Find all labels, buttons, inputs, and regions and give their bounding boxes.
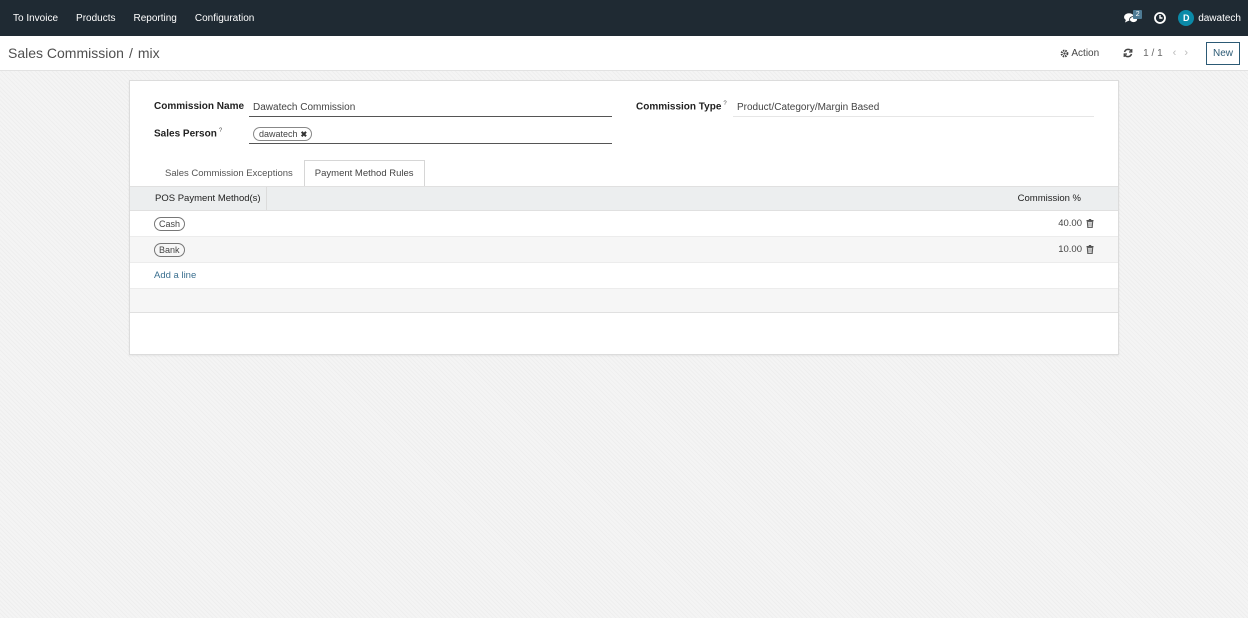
main-menu: To Invoice Products Reporting Configurat…	[0, 0, 263, 36]
tab-sales-commission-exceptions[interactable]: Sales Commission Exceptions	[154, 160, 304, 186]
chevron-left-icon[interactable]: ‹	[1173, 47, 1177, 59]
menu-configuration[interactable]: Configuration	[186, 0, 263, 36]
menu-reporting[interactable]: Reporting	[125, 0, 186, 36]
gear-icon	[1061, 49, 1069, 57]
top-navbar: To Invoice Products Reporting Configurat…	[0, 0, 1248, 36]
trash-icon[interactable]	[1086, 245, 1094, 254]
column-commission-percent[interactable]: Commission %	[1018, 193, 1081, 204]
new-button[interactable]: New	[1205, 41, 1240, 65]
table-row[interactable]: Cash 40.00	[130, 211, 1118, 237]
payment-method-rules-table: POS Payment Method(s) Commission % Cash …	[130, 186, 1118, 313]
commission-type-help[interactable]: ?	[723, 101, 726, 107]
form-tabs: Sales Commission Exceptions Payment Meth…	[154, 160, 425, 186]
sales-person-help[interactable]: ?	[219, 128, 222, 134]
clock-icon	[1154, 12, 1167, 24]
control-panel-right: Action 1 / 1 ‹ › New	[1060, 36, 1248, 70]
add-line-row: Add a line	[130, 263, 1118, 289]
breadcrumb-parent[interactable]: Sales Commission	[8, 45, 124, 61]
commission-value: 40.00	[1058, 218, 1082, 229]
user-menu[interactable]: D dawatech	[1174, 0, 1244, 36]
commission-value: 10.00	[1058, 244, 1082, 255]
chevron-right-icon[interactable]: ›	[1184, 47, 1188, 59]
menu-to-invoice[interactable]: To Invoice	[4, 0, 67, 36]
commission-type-select[interactable]: Product/Category/Margin Based	[733, 99, 1094, 117]
commission-type-label: Commission Type?	[636, 101, 727, 113]
sales-person-tag-label: dawatech	[259, 129, 298, 139]
sales-person-tag: dawatech ✖	[253, 127, 313, 141]
systray: 2 D dawatech	[1116, 0, 1248, 36]
action-label: Action	[1071, 47, 1100, 59]
close-icon[interactable]: ✖	[301, 130, 308, 139]
avatar: D	[1178, 10, 1195, 26]
commission-name-input[interactable]: Dawatech Commission	[249, 99, 612, 117]
payment-method-tag: Bank	[154, 242, 185, 257]
control-panel: Sales Commission / mix Action 1 / 1 ‹ › …	[0, 36, 1248, 71]
table-footer-row	[130, 289, 1118, 313]
breadcrumb-separator: /	[128, 45, 133, 61]
commission-name-value: Dawatech Commission	[253, 102, 356, 113]
trash-icon[interactable]	[1086, 219, 1094, 228]
user-name: dawatech	[1198, 12, 1241, 24]
payment-method-tag: Cash	[154, 216, 186, 231]
add-line-link[interactable]: Add a line	[154, 270, 196, 281]
breadcrumb: Sales Commission / mix	[0, 45, 160, 61]
activities-button[interactable]	[1146, 0, 1174, 36]
refresh-button[interactable]	[1123, 48, 1133, 58]
tab-payment-method-rules[interactable]: Payment Method Rules	[303, 160, 425, 186]
table-row[interactable]: Bank 10.00	[130, 237, 1118, 263]
table-header: POS Payment Method(s) Commission %	[130, 186, 1118, 211]
refresh-icon	[1123, 48, 1133, 58]
sales-person-input[interactable]: dawatech ✖	[249, 124, 612, 144]
commission-name-label: Commission Name	[154, 101, 245, 112]
form-sheet: Commission Name Dawatech Commission Sale…	[129, 80, 1119, 355]
breadcrumb-current: mix	[137, 45, 160, 61]
action-button[interactable]: Action	[1060, 48, 1099, 59]
messages-button[interactable]: 2	[1116, 0, 1146, 36]
sales-person-label: Sales Person?	[154, 128, 223, 140]
pager-value: 1 / 1	[1143, 47, 1163, 59]
commission-type-value: Product/Category/Margin Based	[737, 102, 880, 113]
menu-products[interactable]: Products	[67, 0, 124, 36]
column-pos-payment-methods[interactable]: POS Payment Method(s)	[130, 187, 267, 210]
messages-count-badge: 2	[1133, 10, 1143, 19]
